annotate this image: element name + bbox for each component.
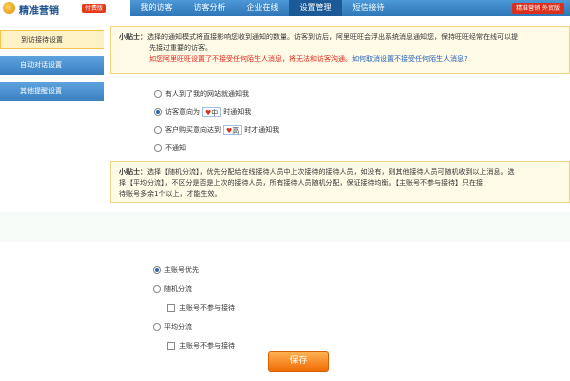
- tip-box-notification: 小贴士：选择的通知模式将直接影响您收到通知的数量。访客到访后，阿里旺旺会浮出系统…: [110, 26, 570, 74]
- radio-button[interactable]: [153, 323, 161, 331]
- tip-text: 小贴士：选择【随机分流】，优先分配给在线接待人员中上次接待的接待人员，如没有，则…: [119, 167, 561, 178]
- tip-line-2: 择【平均分流】，不区分是否是上次的接待人员，所有接待人员随机分配，保证接待均衡。…: [119, 179, 483, 187]
- radio-button[interactable]: [153, 285, 161, 293]
- notify-options: 有人到了我的网站就通知我 访客意向为 ♥中 时通知我 客户购买意向达到 ♥高 时…: [110, 74, 570, 155]
- checkbox[interactable]: [167, 342, 175, 350]
- intent-level-value: 高: [232, 126, 240, 135]
- nav-settings[interactable]: 设置管理: [289, 0, 342, 16]
- radio-button[interactable]: [154, 125, 162, 134]
- option-label-suffix: 时通知我: [223, 107, 252, 116]
- settings-sidebar: 到访接待设置 自动对话设置 其他提醒设置: [0, 30, 104, 108]
- tip-line-1: 选择的通知模式将直接影响您收到通知的数量。访客到访后，阿里旺旺会浮出系统消息通知…: [147, 33, 518, 41]
- settings-panel: 小贴士：选择的通知模式将直接影响您收到通知的数量。访客到访后，阿里旺旺会浮出系统…: [110, 26, 570, 203]
- tip-line-2: 先接过重要的访客。: [149, 44, 212, 52]
- edition-badge: 付费版: [82, 4, 107, 13]
- sidebar-item-other-reminders[interactable]: 其他提醒设置: [0, 82, 104, 101]
- option-label: 访客意向为: [165, 107, 200, 116]
- tip-line-3: 待账号多余1个以上，才能生效。: [119, 190, 222, 198]
- main-nav: 我的访客 访客分析 企业在线 设置管理 短信接待: [130, 0, 395, 16]
- tip-line-1: 选择【随机分流】，优先分配给在线接待人员中上次接待的接待人员，如没有，则其他接待…: [147, 168, 515, 176]
- radio-button-selected[interactable]: [153, 266, 161, 274]
- option-label: 随机分流: [164, 285, 192, 293]
- logo-text: 精准营销: [19, 6, 59, 17]
- logo-icon: [3, 2, 15, 14]
- intent-level-selector[interactable]: ♥高: [223, 124, 243, 135]
- radio-button[interactable]: [154, 89, 162, 98]
- option-notify-any-visit[interactable]: 有人到了我的网站就通知我: [154, 86, 570, 101]
- checkbox[interactable]: [167, 304, 175, 312]
- sidebar-item-auto-dialog[interactable]: 自动对话设置: [0, 56, 104, 75]
- checkbox-label: 主账号不参与接待: [179, 304, 235, 312]
- save-button[interactable]: 保存: [268, 351, 329, 372]
- sidebar-item-visit-reception[interactable]: 到访接待设置: [0, 30, 104, 49]
- option-average-exclude-main[interactable]: 主账号不参与接待: [167, 340, 235, 352]
- option-label: 有人到了我的网站就通知我: [165, 89, 249, 98]
- nav-sms-reception[interactable]: 短信接待: [342, 0, 395, 16]
- foreign-trade-edition-link[interactable]: 精准营销 外贸版: [512, 3, 564, 14]
- radio-button[interactable]: [154, 143, 162, 152]
- option-notify-medium-intent[interactable]: 访客意向为 ♥中 时通知我: [154, 104, 570, 119]
- option-random-distribution[interactable]: 随机分流: [153, 283, 235, 295]
- app-logo: 精准营销 付费版: [0, 0, 130, 17]
- intent-level-value: 中: [211, 108, 219, 117]
- section-divider-band: [0, 212, 570, 242]
- tip-box-distribution: 小贴士：选择【随机分流】，优先分配给在线接待人员中上次接待的接待人员，如没有，则…: [110, 161, 570, 203]
- option-average-distribution[interactable]: 平均分流: [153, 321, 235, 333]
- radio-button-selected[interactable]: [154, 107, 162, 116]
- option-label-suffix: 时才通知我: [244, 125, 280, 134]
- option-label: 客户购买意向达到: [165, 125, 221, 134]
- tip-title: 小贴士：: [119, 33, 147, 41]
- option-no-notify[interactable]: 不通知: [154, 140, 570, 155]
- tip-warning: 如您阿里旺旺设置了不接受任何陌生人消息，将无法和访客沟通。如何取消设置不接受任何…: [119, 54, 561, 65]
- top-navigation-bar: 精准营销 付费版 我的访客 访客分析 企业在线 设置管理 短信接待 精准营销 外…: [0, 0, 570, 17]
- cancel-stranger-setting-link[interactable]: 如何取消设置不接受任何陌生人消息?: [352, 55, 468, 63]
- tip-title: 小贴士：: [119, 168, 147, 176]
- warning-text: 如您阿里旺旺设置了不接受任何陌生人消息，将无法和访客沟通。: [149, 55, 352, 63]
- option-label: 平均分流: [164, 323, 192, 331]
- nav-visitor-analysis[interactable]: 访客分析: [183, 0, 236, 16]
- intent-level-selector[interactable]: ♥中: [202, 106, 222, 117]
- option-notify-high-intent[interactable]: 客户购买意向达到 ♥高 时才通知我: [154, 122, 570, 137]
- tip-text: 小贴士：选择的通知模式将直接影响您收到通知的数量。访客到访后，阿里旺旺会浮出系统…: [119, 32, 561, 43]
- nav-my-visitors[interactable]: 我的访客: [130, 0, 183, 16]
- option-label: 不通知: [165, 143, 186, 152]
- checkbox-label: 主账号不参与接待: [179, 342, 235, 350]
- option-random-exclude-main[interactable]: 主账号不参与接待: [167, 302, 235, 314]
- option-main-account-first[interactable]: 主账号优先: [153, 264, 235, 276]
- option-label: 主账号优先: [164, 266, 199, 274]
- distribution-options: 主账号优先 随机分流 主账号不参与接待 平均分流 主账号不参与接待: [153, 264, 235, 359]
- nav-enterprise-online[interactable]: 企业在线: [236, 0, 289, 16]
